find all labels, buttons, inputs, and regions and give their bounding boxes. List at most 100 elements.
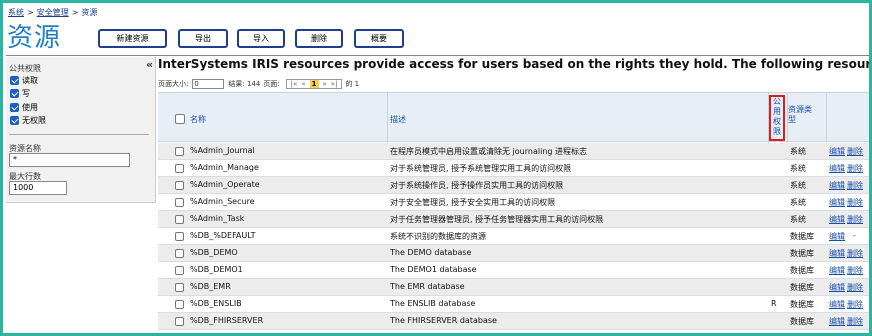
edit-link[interactable]: 编辑 xyxy=(829,180,845,191)
table-row: %DB_DEMO The DEMO database 数据库 编辑 删除 xyxy=(158,245,869,262)
edit-link[interactable]: 编辑 xyxy=(829,146,845,157)
select-all-checkbox[interactable] xyxy=(175,114,185,124)
breadcrumb-security-link[interactable]: 安全管理 xyxy=(37,8,69,17)
resource-name-cell: %Admin_Journal xyxy=(190,146,255,155)
breadcrumb: 系统 > 安全管理 > 资源 xyxy=(8,7,97,18)
edit-link[interactable]: 编辑 xyxy=(829,265,845,276)
delete-link[interactable]: 删除 xyxy=(847,265,863,276)
first-page-icon[interactable]: |« xyxy=(291,80,298,88)
collapse-sidebar-icon[interactable]: « xyxy=(146,58,153,71)
delete-link[interactable]: 删除 xyxy=(847,214,863,225)
edit-link[interactable]: 编辑 xyxy=(829,163,845,174)
table-row: %Admin_Journal 在程序员模式中启用设置或清除无 journaling… xyxy=(158,143,869,160)
resource-name-cell: %DB_%DEFAULT xyxy=(190,231,256,240)
resource-description-cell: The DEMO1 database xyxy=(390,265,477,274)
row-select-checkbox[interactable] xyxy=(175,283,184,292)
breadcrumb-current: 资源 xyxy=(81,8,98,17)
checkbox-checked-icon[interactable] xyxy=(10,88,19,98)
next-page-icon[interactable]: » xyxy=(323,80,327,88)
resource-type-cell: 系统 xyxy=(790,181,806,190)
row-select-checkbox[interactable] xyxy=(175,181,184,190)
edit-link[interactable]: 编辑 xyxy=(829,248,845,259)
filter-none-checkbox[interactable]: 无权限 xyxy=(10,114,46,126)
filter-use-label: 使用 xyxy=(22,102,38,112)
column-header-description[interactable]: 描述 xyxy=(390,114,406,125)
resource-name-cell: %DB_EMR xyxy=(190,282,231,291)
edit-link[interactable]: 编辑 xyxy=(829,231,845,242)
breadcrumb-separator: > xyxy=(71,8,79,17)
row-select-checkbox[interactable] xyxy=(175,164,184,173)
resource-name-cell: %Admin_Secure xyxy=(190,197,255,206)
delete-button[interactable]: 删除 xyxy=(295,29,343,48)
delete-link[interactable]: 删除 xyxy=(847,299,863,310)
row-select-checkbox[interactable] xyxy=(175,266,184,275)
checkbox-checked-icon[interactable] xyxy=(10,102,19,112)
row-select-checkbox[interactable] xyxy=(175,249,184,258)
table-row: %DB_ENSLIB The ENSLIB database R 数据库 编辑 删除 xyxy=(158,296,869,313)
filter-use-checkbox[interactable]: 使用 xyxy=(10,101,38,113)
column-header-name[interactable]: 名称 xyxy=(190,114,206,125)
resource-type-cell: 数据库 xyxy=(790,232,814,241)
row-select-checkbox[interactable] xyxy=(175,317,184,326)
resource-description-cell: 系统不识别的数据库的资源 xyxy=(390,232,486,241)
filter-none-label: 无权限 xyxy=(22,115,46,125)
row-select-checkbox[interactable] xyxy=(175,215,184,224)
filter-read-checkbox[interactable]: 读取 xyxy=(10,74,38,86)
page-navigator: |« « 1 » »| xyxy=(285,79,343,89)
delete-link[interactable]: 删除 xyxy=(847,146,863,157)
import-button[interactable]: 导入 xyxy=(237,29,285,48)
checkbox-checked-icon[interactable] xyxy=(10,75,19,85)
delete-link[interactable]: 删除 xyxy=(847,316,863,327)
resource-description-cell: 对于系统操作员, 授予操作员实用工具的访问权限 xyxy=(390,181,564,190)
row-select-checkbox[interactable] xyxy=(175,198,184,207)
delete-link[interactable]: 删除 xyxy=(847,282,863,293)
resource-name-cell: %DB_ENSLIB xyxy=(190,299,242,308)
max-rows-input[interactable]: 1000 xyxy=(9,181,67,195)
row-select-checkbox[interactable] xyxy=(175,232,184,241)
checkbox-checked-icon[interactable] xyxy=(10,115,19,125)
edit-link[interactable]: 编辑 xyxy=(829,316,845,327)
column-divider xyxy=(387,93,388,143)
prev-page-icon[interactable]: « xyxy=(301,80,305,88)
resource-name-cell: %DB_DEMO1 xyxy=(190,265,243,274)
filter-sidebar: « 公共权限 读取 写 使用 无权限 资源名称 * 最大行数 1000 xyxy=(6,57,156,203)
page-size-input[interactable]: 0 xyxy=(192,79,225,89)
last-page-icon[interactable]: »| xyxy=(331,80,338,88)
edit-link[interactable]: 编辑 xyxy=(829,299,845,310)
resource-description-cell: The EMR database xyxy=(390,282,465,291)
resource-description-cell: The FHIRSERVER database xyxy=(390,316,497,325)
row-select-checkbox[interactable] xyxy=(175,300,184,309)
column-header-type[interactable]: 资源类 型 xyxy=(788,105,818,125)
overview-button[interactable]: 概要 xyxy=(354,29,404,48)
resource-name-input[interactable]: * xyxy=(9,153,130,167)
table-row: %Admin_Task 对于任务管理器管理员, 授予任务管理器实用工具的访问权限 系… xyxy=(158,211,869,228)
table-header: 名称 描述 公 用 权 限 资源类 型 xyxy=(158,92,869,143)
delete-link[interactable]: 删除 xyxy=(847,180,863,191)
table-row: %DB_%DEFAULT 系统不识别的数据库的资源 数据库 编辑 - xyxy=(158,228,869,245)
breadcrumb-system-link[interactable]: 系统 xyxy=(8,8,24,17)
resource-type-cell: 系统 xyxy=(790,198,806,207)
edit-link[interactable]: 编辑 xyxy=(829,282,845,293)
public-permission-cell: R xyxy=(771,299,777,308)
resource-type-cell: 系统 xyxy=(790,164,806,173)
new-resource-button[interactable]: 新建资源 xyxy=(98,29,167,48)
edit-link[interactable]: 编辑 xyxy=(829,197,845,208)
resource-type-cell: 数据库 xyxy=(790,317,814,326)
results-count: 结果: 144 xyxy=(228,80,261,88)
export-button[interactable]: 导出 xyxy=(178,29,228,48)
edit-link[interactable]: 编辑 xyxy=(829,214,845,225)
resource-name-cell: %DB_DEMO xyxy=(190,248,238,257)
resource-type-cell: 数据库 xyxy=(790,300,814,309)
current-page-number[interactable]: 1 xyxy=(309,80,319,88)
public-column-highlight-box xyxy=(769,95,785,141)
page-label: 页面: xyxy=(263,80,280,88)
delete-link[interactable]: 删除 xyxy=(847,197,863,208)
total-pages-label: 的 1 xyxy=(345,80,360,88)
delete-link[interactable]: 删除 xyxy=(847,163,863,174)
row-select-checkbox[interactable] xyxy=(175,147,184,156)
filter-write-checkbox[interactable]: 写 xyxy=(10,87,30,99)
delete-link[interactable]: 删除 xyxy=(847,248,863,259)
breadcrumb-separator: > xyxy=(27,8,34,17)
resource-type-cell: 数据库 xyxy=(790,266,814,275)
table-row: %Admin_Secure 对于安全管理员, 授予安全实用工具的访问权限 系统 编辑删… xyxy=(158,194,869,211)
